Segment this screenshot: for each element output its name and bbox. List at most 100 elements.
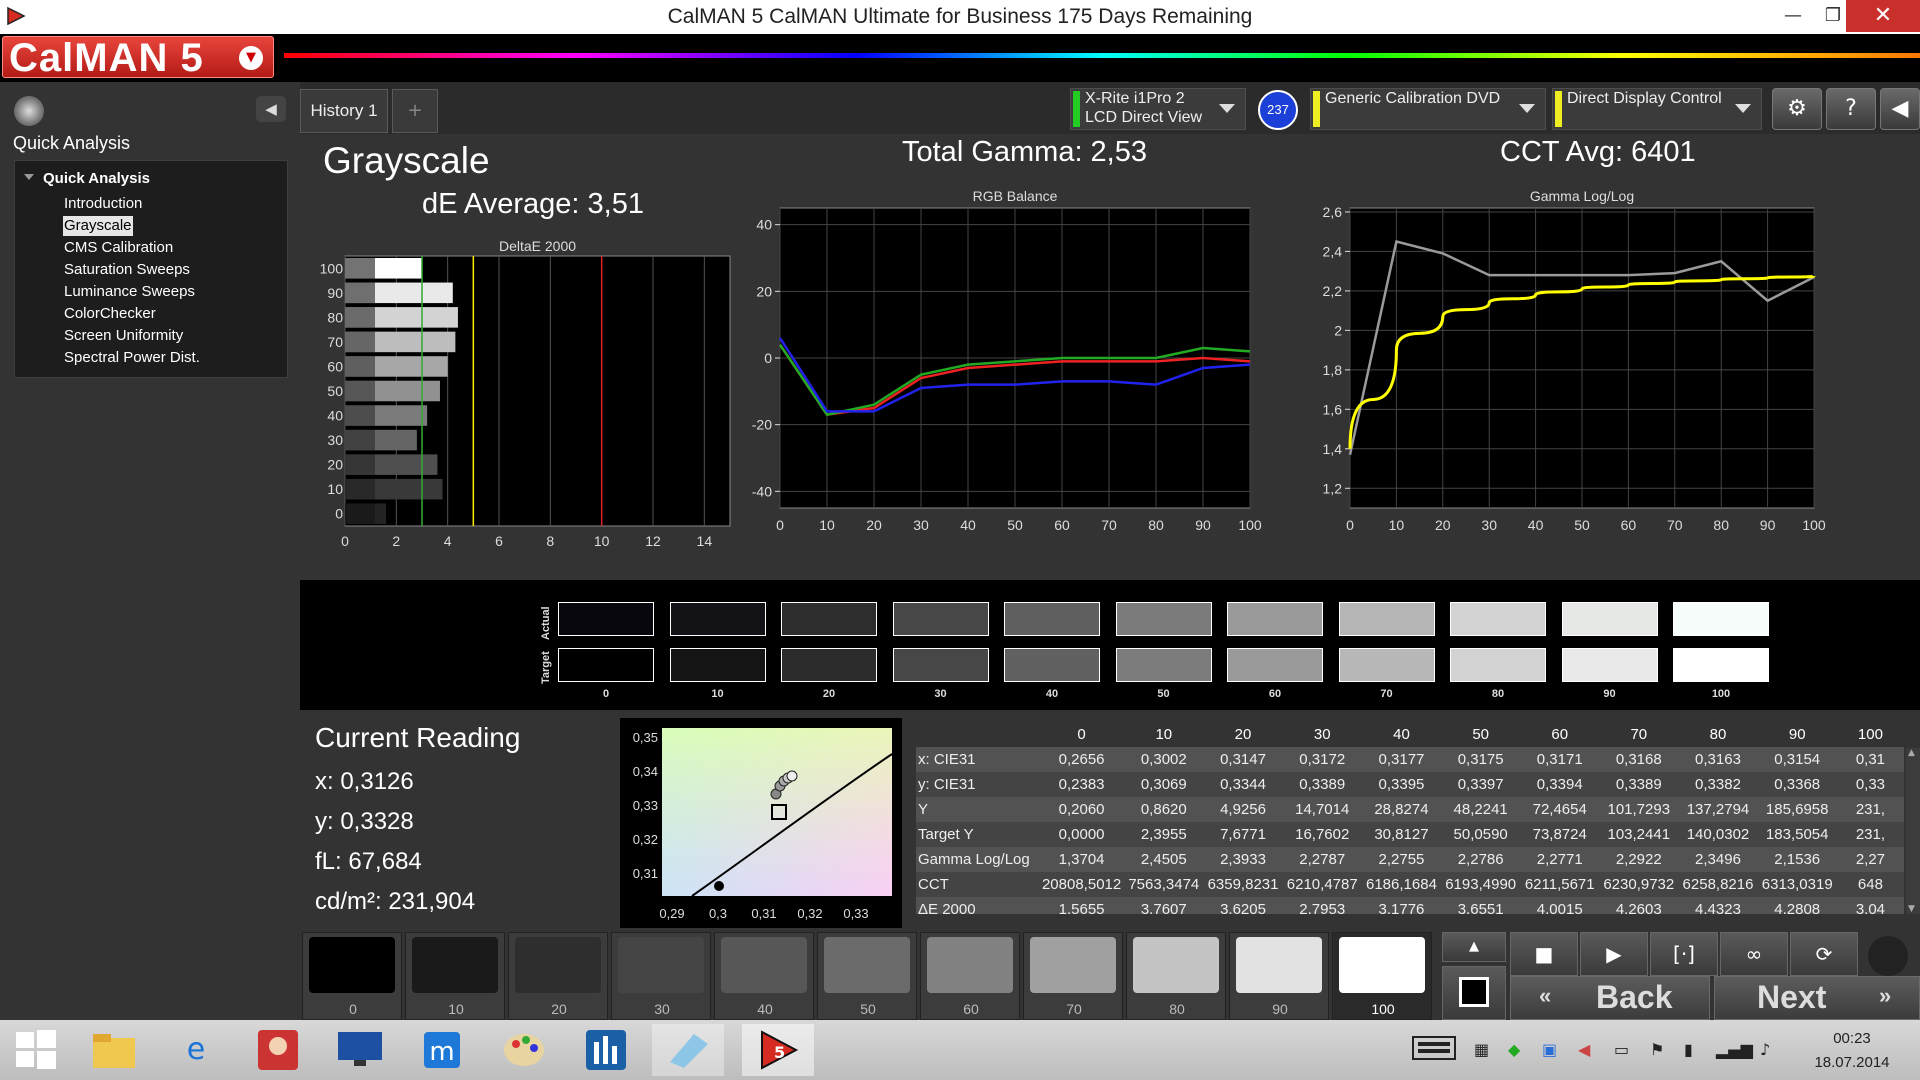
nav-item[interactable]: Grayscale: [63, 216, 133, 236]
patch-button[interactable]: 70: [1023, 932, 1123, 1020]
bar-shade: [345, 478, 375, 500]
nav-item[interactable]: Luminance Sweeps: [63, 282, 196, 302]
maxthon-app-icon[interactable]: m: [406, 1024, 478, 1076]
next-button[interactable]: Next »: [1714, 976, 1920, 1020]
meter-badge[interactable]: 237: [1258, 90, 1298, 130]
column-header: 0: [1077, 726, 1086, 743]
table-cell: 0,31: [1836, 747, 1904, 772]
volume-icon[interactable]: ♪: [1760, 1040, 1770, 1059]
network-app-icon[interactable]: ▣: [1542, 1040, 1557, 1059]
panel-heading: Quick Analysis: [13, 133, 131, 153]
continuous-button[interactable]: ∞: [1720, 932, 1788, 976]
close-button[interactable]: ✕: [1846, 0, 1920, 32]
table-cell: 16,7602: [1282, 822, 1362, 847]
x-tick-label: 70: [1101, 517, 1117, 533]
flag-icon[interactable]: ⚑: [1650, 1040, 1664, 1059]
nav-item[interactable]: CMS Calibration: [63, 238, 174, 258]
internet-explorer-icon[interactable]: e: [160, 1024, 232, 1076]
photo-app-icon[interactable]: [242, 1024, 314, 1076]
collapse-right-button[interactable]: ◀: [1880, 88, 1920, 130]
notepad-app-icon[interactable]: [652, 1024, 724, 1076]
tree-root-quick-analysis[interactable]: Quick Analysis: [43, 170, 150, 187]
source-selector[interactable]: Generic Calibration DVD: [1310, 88, 1546, 130]
lenovo-app-icon[interactable]: [324, 1024, 396, 1076]
nav-item[interactable]: Spectral Power Dist.: [63, 348, 201, 368]
patch-button[interactable]: 30: [611, 932, 711, 1020]
keyboard-icon[interactable]: [1412, 1036, 1456, 1064]
scroll-down-icon[interactable]: ▼: [1908, 904, 1915, 914]
collapse-panel-button[interactable]: ◀: [256, 96, 286, 122]
read-once-button[interactable]: [·]: [1650, 932, 1718, 976]
audio-app-icon[interactable]: ◀: [1578, 1040, 1590, 1059]
file-explorer-icon[interactable]: [78, 1024, 150, 1076]
meter-selector[interactable]: X-Rite i1Pro 2 LCD Direct View: [1070, 88, 1246, 130]
patch-button[interactable]: 60: [920, 932, 1020, 1020]
swatch-label: 10: [711, 688, 724, 700]
wifi-signal-icon[interactable]: ▂▄▆: [1716, 1040, 1753, 1059]
clock-time[interactable]: 00:23: [1790, 1030, 1914, 1047]
calman-logo-menu[interactable]: CalMAN 5 ▼: [2, 36, 274, 79]
cie-x-tick: 0,29: [659, 906, 684, 921]
table-cell: 0,3397: [1441, 772, 1521, 797]
nav-item[interactable]: ColorChecker: [63, 304, 157, 324]
paint-app-icon[interactable]: [488, 1024, 560, 1076]
add-tab-button[interactable]: +: [392, 89, 438, 133]
target-swatch: [1450, 648, 1546, 682]
tray-app-icon[interactable]: ▦: [1474, 1040, 1489, 1059]
patch-window-button[interactable]: [1442, 966, 1506, 1020]
patch-button[interactable]: 80: [1126, 932, 1226, 1020]
patch-button[interactable]: 20: [508, 932, 608, 1020]
patch-button[interactable]: 50: [817, 932, 917, 1020]
table-row[interactable]: CCT 20808,5012 7563,3474 6359,8231 6210,4787…: [916, 872, 1904, 897]
row-label: ΔE 2000: [916, 897, 1039, 914]
table-cell: 2,7953: [1282, 897, 1362, 914]
patch-button[interactable]: 100: [1332, 932, 1432, 1020]
table-row[interactable]: Gamma Log/Log 1,3704 2,4505 2,3933 2,2787 2,2…: [916, 847, 1904, 872]
equalizer-app-icon[interactable]: [570, 1024, 642, 1076]
display-icon[interactable]: ▭: [1614, 1040, 1629, 1059]
y-tick-label: 70: [327, 334, 343, 350]
windows-start-icon[interactable]: [0, 1024, 72, 1076]
patch-button[interactable]: 10: [405, 932, 505, 1020]
stop-button[interactable]: ■: [1510, 932, 1578, 976]
table-scrollbar[interactable]: ▲ ▼: [1906, 748, 1920, 914]
target-swatch: [1115, 648, 1212, 682]
actual-swatch: [1227, 602, 1323, 636]
patch-button[interactable]: 0: [302, 932, 402, 1020]
table-row[interactable]: y: CIE31 0,2383 0,3069 0,3344 0,3389 0,3395 0,…: [916, 772, 1904, 797]
back-button[interactable]: « Back: [1510, 976, 1710, 1020]
nvidia-icon[interactable]: ◆: [1508, 1040, 1520, 1059]
disc-icon[interactable]: [14, 96, 44, 126]
target-swatch: [1673, 648, 1769, 682]
nav-item[interactable]: Introduction: [63, 194, 143, 214]
actual-swatch: [1115, 602, 1212, 636]
settings-button[interactable]: ⚙: [1772, 88, 1822, 130]
clock-date[interactable]: 18.07.2014: [1790, 1054, 1914, 1071]
play-button[interactable]: ▶: [1580, 932, 1648, 976]
calman-taskbar-icon[interactable]: 5: [742, 1024, 814, 1076]
y-tick-label: 60: [327, 358, 343, 374]
nav-item[interactable]: Screen Uniformity: [63, 326, 184, 346]
table-row[interactable]: Y 0,2060 0,8620 4,9256 14,7014 28,8274 48,2241…: [916, 797, 1904, 822]
status-bar: [1555, 91, 1562, 127]
nav-item[interactable]: Saturation Sweeps: [63, 260, 191, 280]
table-row[interactable]: Target Y 0,0000 2,3955 7,6771 16,7602 30,8127…: [916, 822, 1904, 847]
refresh-button[interactable]: ⟳: [1790, 932, 1858, 976]
patch-button[interactable]: 90: [1229, 932, 1329, 1020]
help-button[interactable]: ?: [1826, 88, 1876, 130]
patch-up-button[interactable]: ▲: [1442, 932, 1506, 962]
tab-history[interactable]: History 1: [300, 89, 388, 133]
actual-swatch: [1004, 602, 1100, 636]
battery-icon[interactable]: ▮: [1684, 1040, 1693, 1059]
x-tick-label: 80: [1148, 517, 1164, 533]
actual-swatch: [1673, 602, 1769, 636]
y-tick-label: 10: [327, 481, 343, 497]
table-row[interactable]: ΔE 2000 1,5655 3,7607 3,6205 2,7953 3,1776 3,6…: [916, 897, 1904, 914]
column-header: 70: [1630, 726, 1648, 743]
display-selector[interactable]: Direct Display Control: [1552, 88, 1762, 130]
expand-triangle-icon[interactable]: [24, 174, 34, 180]
table-cell: 0,3389: [1599, 772, 1679, 797]
patch-button[interactable]: 40: [714, 932, 814, 1020]
scroll-up-icon[interactable]: ▲: [1908, 748, 1915, 758]
table-row[interactable]: x: CIE31 0,2656 0,3002 0,3147 0,3172 0,3177 0,…: [916, 747, 1904, 772]
